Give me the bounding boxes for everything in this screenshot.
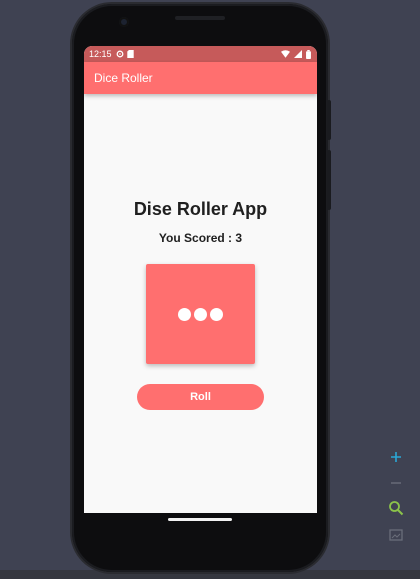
- dice-pip: [194, 307, 207, 321]
- roll-button[interactable]: Roll: [137, 384, 264, 410]
- zoom-in-icon[interactable]: [387, 448, 405, 466]
- dice-pip: [210, 307, 223, 321]
- dice-pip: [178, 307, 191, 321]
- status-time: 12:15: [89, 49, 112, 59]
- zoom-fit-icon[interactable]: [387, 499, 405, 517]
- settings-icon: [116, 50, 123, 58]
- screenshot-icon[interactable]: [387, 526, 405, 544]
- app-bar: Dice Roller: [84, 62, 317, 94]
- page-title: Dise Roller App: [133, 199, 268, 219]
- zoom-out-icon[interactable]: [387, 474, 405, 492]
- device-screen: 12:15 Dice Roller Dise Roller App You Sc…: [84, 46, 317, 513]
- wifi-icon: [281, 50, 290, 58]
- signal-icon: [294, 50, 302, 58]
- status-bar: 12:15: [84, 46, 317, 62]
- power-button: [327, 100, 331, 140]
- storage-icon: [126, 50, 134, 58]
- camera-icon: [119, 17, 129, 27]
- speaker-grill: [175, 16, 225, 20]
- app-title: Dice Roller: [94, 71, 153, 85]
- battery-icon: [306, 49, 311, 59]
- dice-image: [146, 264, 255, 364]
- volume-button: [327, 150, 331, 210]
- score-text: You Scored : 3: [158, 231, 243, 245]
- home-indicator[interactable]: [168, 518, 232, 521]
